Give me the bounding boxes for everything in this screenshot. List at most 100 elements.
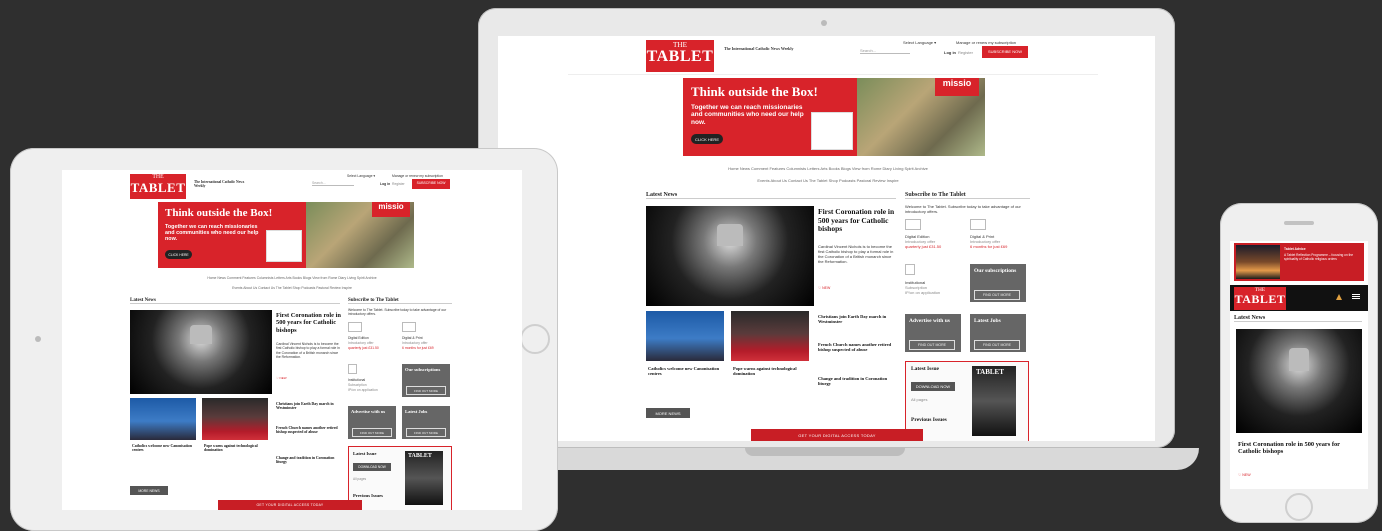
story2-headline[interactable]: Catholics welcome new Canonisation centr…: [648, 366, 724, 376]
banner-cta-button[interactable]: CLICK HERE: [165, 250, 192, 259]
story4-headline[interactable]: Christians join Earth Day march in Westm…: [818, 314, 896, 324]
more-news-button[interactable]: MORE NEWS: [130, 486, 168, 495]
download-now-button[interactable]: DOWNLOAD NOW: [911, 382, 955, 391]
story2-image[interactable]: [646, 311, 724, 361]
lead-story-meta: ♡ NEW: [1238, 473, 1251, 477]
search-input[interactable]: Search...: [860, 48, 910, 54]
subscriptions-find-out-more[interactable]: FIND OUT MORE: [974, 290, 1020, 300]
institutional-price: IP/on on application: [348, 388, 378, 392]
digital-access-bar[interactable]: GET YOUR DIGITAL ACCESS TODAY: [751, 429, 923, 441]
advertise-label: Advertise with us: [351, 409, 386, 414]
story2-image[interactable]: [130, 398, 196, 440]
missio-ad-banner[interactable]: Think outside the Box! Together we can r…: [158, 202, 414, 268]
our-subscriptions-label: Our subscriptions: [405, 367, 441, 372]
subscriptions-find-out-more[interactable]: FIND OUT MORE: [406, 386, 446, 395]
previous-issues-heading: Previous Issues: [353, 493, 383, 498]
digital-price[interactable]: quarterly just £31.50: [348, 346, 379, 350]
phone-screen: Tablet Advice A Tablet Reflection Progra…: [1230, 241, 1368, 489]
story2-headline[interactable]: Catholics welcome new Canonisation centr…: [132, 444, 196, 453]
hamburger-menu-icon[interactable]: [1352, 294, 1360, 295]
story4-headline[interactable]: Christians join Earth Day march in Westm…: [276, 402, 342, 411]
crown-shape: [716, 224, 744, 246]
story6-headline[interactable]: Change and tradition in Coronation litur…: [276, 456, 342, 465]
lead-story-text: Cardinal Vincent Nichols is to become th…: [818, 244, 894, 264]
lead-story-headline[interactable]: First Coronation role in 500 years for C…: [1238, 441, 1360, 456]
digital-edition-label: Digital Edition: [348, 336, 369, 340]
language-select[interactable]: Select Language ▾: [903, 40, 936, 45]
latest-issue-panel: Latest Issue DOWNLOAD NOW All pages Prev…: [905, 361, 1029, 441]
lead-story-image[interactable]: [1236, 329, 1362, 433]
promo-text: A Tablet Reflection Programme – focusing…: [1284, 253, 1354, 262]
search-input[interactable]: Search...: [312, 181, 354, 186]
lead-story-headline[interactable]: First Coronation role in 500 years for C…: [818, 207, 898, 234]
tablet-screen: THE TABLET The International Catholic Ne…: [62, 170, 522, 510]
digital-print-price[interactable]: 6 months for just £69: [402, 346, 434, 350]
main-nav-row1[interactable]: Home News Comment Features Columnists Le…: [568, 166, 1088, 171]
digital-print-price[interactable]: 6 months for just £69: [970, 244, 1007, 249]
lead-story-headline[interactable]: First Coronation role in 500 years for C…: [276, 312, 344, 334]
digital-print-label: Digital & Print: [402, 336, 423, 340]
site-logo[interactable]: THE TABLET: [1234, 287, 1286, 310]
missio-ad-banner[interactable]: Think outside the Box! Together we can r…: [683, 78, 985, 156]
crown-shape: [1288, 347, 1310, 371]
digital-devices-icon: [905, 219, 921, 230]
language-select[interactable]: Select Language ▾: [347, 174, 375, 178]
subscribe-now-button[interactable]: SUBSCRIBE NOW: [982, 46, 1028, 58]
more-news-button[interactable]: MORE NEWS: [646, 408, 690, 418]
login-link[interactable]: Log in: [380, 182, 390, 186]
story6-headline[interactable]: Change and tradition in Coronation litur…: [818, 376, 896, 386]
jobs-find-out-more[interactable]: FIND OUT MORE: [974, 340, 1020, 350]
latest-issue-panel: Latest Issue DOWNLOAD NOW All pages Prev…: [348, 446, 452, 510]
banner-headline: Think outside the Box!: [691, 84, 818, 99]
laptop-screen: THE TABLET The International Catholic Ne…: [498, 36, 1155, 441]
user-icon[interactable]: [1336, 294, 1342, 300]
register-link[interactable]: Register: [958, 50, 973, 55]
tablet-home-button[interactable]: [520, 324, 550, 354]
banner-gift-box: [811, 112, 853, 150]
site-logo[interactable]: THE TABLET: [130, 174, 186, 199]
story3-image[interactable]: [731, 311, 809, 361]
story3-headline[interactable]: Pope warns against technological dominat…: [204, 444, 268, 453]
login-link[interactable]: Log in: [944, 50, 956, 55]
story3-headline[interactable]: Pope warns against technological dominat…: [733, 366, 809, 376]
digital-price[interactable]: quarterly just £31.50: [905, 244, 941, 249]
latest-issue-heading: Latest Issue: [911, 366, 939, 372]
latest-issue-cover[interactable]: TABLET: [405, 451, 443, 505]
tablet-device: THE TABLET The International Catholic Ne…: [10, 148, 558, 531]
advertise-find-out-more[interactable]: FIND OUT MORE: [909, 340, 955, 350]
lead-story-image[interactable]: [646, 206, 814, 306]
banner-text: Together we can reach missionaries and c…: [165, 224, 259, 243]
banner-headline: Think outside the Box!: [165, 207, 273, 219]
institutional-price: IP/on on application: [905, 290, 941, 295]
main-nav-row1[interactable]: Home News Comment Features Columnists Le…: [72, 276, 512, 280]
advertise-label: Advertise with us: [909, 318, 950, 324]
manage-subscription-link[interactable]: Manage or renew my subscription: [956, 40, 1016, 45]
download-now-button[interactable]: DOWNLOAD NOW: [353, 463, 391, 471]
institution-icon: [348, 364, 357, 374]
main-nav-row2[interactable]: Events About Us Contact Us The Tablet Sh…: [72, 286, 512, 290]
story3-image[interactable]: [202, 398, 268, 440]
missio-brand: missio: [378, 202, 404, 211]
subscribe-now-button[interactable]: SUBSCRIBE NOW: [412, 179, 450, 189]
story5-headline[interactable]: French Church names another retired bish…: [276, 426, 342, 435]
phone-speaker: [1284, 221, 1314, 225]
register-link[interactable]: Register: [392, 182, 405, 186]
phone-promo-banner[interactable]: Tablet Advice A Tablet Reflection Progra…: [1234, 243, 1364, 281]
cover-title: TABLET: [976, 368, 1004, 376]
lead-story-image[interactable]: [130, 310, 272, 394]
site-logo[interactable]: THE TABLET: [646, 40, 714, 72]
advertise-find-out-more[interactable]: FIND OUT MORE: [352, 428, 392, 437]
latest-issue-cover[interactable]: TABLET: [972, 366, 1016, 436]
manage-subscription-link[interactable]: Manage or renew my subscription: [392, 174, 443, 178]
banner-cta-button[interactable]: CLICK HERE: [691, 134, 723, 144]
main-nav-row2[interactable]: Events About Us Contact Us The Tablet Sh…: [568, 178, 1088, 183]
story5-headline[interactable]: French Church names another retired bish…: [818, 342, 896, 352]
phone-home-button[interactable]: [1285, 493, 1313, 521]
laptop-notch: [745, 448, 905, 456]
lead-story-meta: ♡ NEW: [276, 376, 287, 380]
logo-big-text: TABLET: [1234, 292, 1286, 307]
jobs-find-out-more[interactable]: FIND OUT MORE: [406, 428, 446, 437]
site-tagline: The International Catholic News Weekly: [724, 46, 794, 51]
digital-access-bar[interactable]: GET YOUR DIGITAL ACCESS TODAY: [218, 500, 362, 510]
laptop-base: [455, 448, 1199, 470]
